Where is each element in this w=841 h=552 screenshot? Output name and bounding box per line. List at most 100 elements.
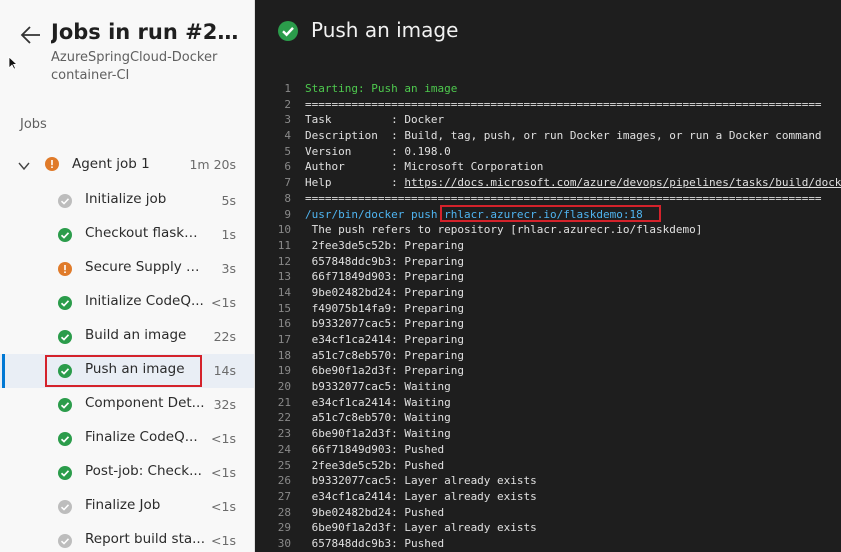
line-text: a51c7c8eb570: Preparing [305, 348, 464, 364]
line-number: 21 [277, 395, 291, 409]
step-duration: 5s [221, 193, 236, 208]
succeeded-status-icon [278, 21, 298, 41]
line-number: 14 [277, 285, 291, 299]
line-number: 6 [284, 160, 291, 174]
succeeded-status-icon [58, 432, 72, 446]
line-text: 9be02482bd24: Preparing [305, 285, 464, 301]
back-arrow-icon[interactable] [20, 25, 42, 45]
line-text-content: a51c7c8eb570: Preparing [305, 348, 464, 362]
line-number: 29 [277, 521, 291, 535]
skipped-status-icon [58, 194, 72, 208]
line-text: e34cf1ca2414: Layer already exists [305, 489, 537, 505]
log-line: 10 The push refers to repository [rhlacr… [255, 222, 841, 238]
line-number: 7 [284, 176, 291, 190]
line-text: 66f71849d903: Pushed [305, 442, 444, 458]
line-text-content: 6be90f1a2d3f: Layer already exists [305, 521, 537, 535]
step-status [58, 329, 72, 348]
succeeded-status-icon [278, 21, 298, 45]
line-text-content: Help : [305, 176, 405, 190]
line-number: 17 [277, 333, 291, 346]
step-row[interactable]: Finalize CodeQ... <1s [0, 422, 254, 456]
step-duration: 1s [221, 227, 236, 242]
line-text: Help : https://docs.microsoft.com/azure/… [305, 175, 841, 191]
line-text-content: 6be90f1a2d3f: Preparing [305, 364, 464, 378]
step-name: Component Det... [85, 395, 205, 411]
log-line: 14 9be02482bd24: Preparing [255, 285, 841, 301]
chevron-down-icon[interactable] [18, 157, 30, 171]
line-number: 25 [277, 458, 291, 472]
line-text: 6be90f1a2d3f: Waiting [305, 426, 451, 442]
line-text-content: The push refers to repository [rhlacr.az… [305, 223, 703, 237]
log-line: 26 b9332077cac5: Layer already exists [255, 473, 841, 489]
help-link[interactable]: https://docs.microsoft.com/azure/devops/… [404, 176, 841, 189]
step-row[interactable]: Checkout flaskde... 1s [0, 218, 254, 252]
step-duration: 3s [221, 261, 236, 276]
line-text: Description : Build, tag, push, or run D… [305, 128, 822, 144]
line-number: 27 [277, 489, 291, 503]
step-name: Checkout flaskde... [85, 225, 205, 241]
log-line: 30 657848ddc9b3: Pushed [255, 536, 841, 552]
line-text-content: b9332077cac5: Layer already exists [305, 474, 537, 488]
step-duration: <1s [211, 295, 236, 310]
line-text-content: f49075b14fa9: Preparing [305, 301, 464, 315]
log-line: 16 b9332077cac5: Preparing [255, 316, 841, 332]
step-row[interactable]: Initialize job 5s [0, 184, 254, 218]
step-status [58, 295, 72, 314]
log-line: 2 =======================================… [255, 97, 841, 113]
line-text-content: 2fee3de5c52b: Preparing [305, 238, 464, 252]
step-row[interactable]: Post-job: Check... <1s [0, 456, 254, 490]
step-duration: <1s [211, 499, 236, 514]
step-name: Initialize CodeQ... [85, 293, 204, 309]
log-line: 22 a51c7c8eb570: Waiting [255, 410, 841, 426]
step-row[interactable]: Build an image 22s [0, 320, 254, 354]
mouse-cursor-icon [8, 55, 19, 70]
line-text: 6be90f1a2d3f: Layer already exists [305, 520, 537, 536]
line-text-content: Starting: Push an image [305, 82, 458, 95]
line-text-content: ========================================… [305, 191, 822, 205]
line-text-content: b9332077cac5: Preparing [305, 317, 464, 331]
log-line: 18 a51c7c8eb570: Preparing [255, 348, 841, 364]
line-number: 10 [277, 223, 291, 237]
line-number: 2 [284, 97, 291, 111]
step-row[interactable]: Finalize Job <1s [0, 490, 254, 524]
line-text-content: 9be02482bd24: Pushed [305, 505, 445, 519]
step-row[interactable]: Report build sta... <1s [0, 524, 254, 552]
line-text: 6be90f1a2d3f: Preparing [305, 363, 464, 379]
step-row[interactable]: Component Det... 32s [0, 388, 254, 422]
log-line: 7 Help : https://docs.microsoft.com/azure… [255, 175, 841, 191]
step-status [58, 193, 72, 212]
step-row[interactable]: Secure Supply Ch... 3s [0, 252, 254, 286]
line-text: Author : Microsoft Corporation [305, 159, 543, 175]
line-text-content: 66f71849d903: Preparing [305, 270, 464, 284]
agent-job-row[interactable]: Agent job 1 1m 20s [0, 151, 254, 177]
line-text-content: e34cf1ca2414: Layer already exists [305, 489, 537, 503]
line-text: a51c7c8eb570: Waiting [305, 410, 451, 426]
line-text-content: 657848ddc9b3: Preparing [305, 254, 464, 268]
line-text: b9332077cac5: Waiting [305, 379, 451, 395]
step-status [58, 261, 72, 280]
agent-job-duration: 1m 20s [189, 157, 236, 172]
step-duration: <1s [211, 431, 236, 446]
step-name: Post-job: Check... [85, 463, 202, 479]
step-row[interactable]: Push an image 14s [0, 354, 254, 388]
line-text-content: b9332077cac5: Waiting [305, 380, 451, 394]
line-text: 2fee3de5c52b: Pushed [305, 458, 444, 474]
line-number: 23 [277, 427, 291, 441]
line-text-content: 6be90f1a2d3f: Waiting [305, 427, 451, 441]
step-status [58, 499, 72, 518]
log-line: 24 66f71849d903: Pushed [255, 442, 841, 458]
step-duration: 22s [213, 329, 236, 344]
line-number: 5 [284, 144, 291, 158]
log-output[interactable]: 1 Starting: Push an image 2 ===============… [255, 81, 841, 552]
line-text: e34cf1ca2414: Preparing [305, 332, 464, 348]
step-name: Finalize CodeQ... [85, 429, 198, 445]
skipped-status-icon [58, 534, 72, 548]
step-row[interactable]: Initialize CodeQ... <1s [0, 286, 254, 320]
log-line: 13 66f71849d903: Preparing [255, 269, 841, 285]
highlight-box [45, 355, 202, 387]
succeeded-status-icon [58, 330, 72, 344]
warning-status-icon [45, 157, 59, 171]
run-title: Jobs in run #2022... [51, 20, 241, 44]
skipped-status-icon [58, 500, 72, 514]
step-status [58, 431, 72, 450]
